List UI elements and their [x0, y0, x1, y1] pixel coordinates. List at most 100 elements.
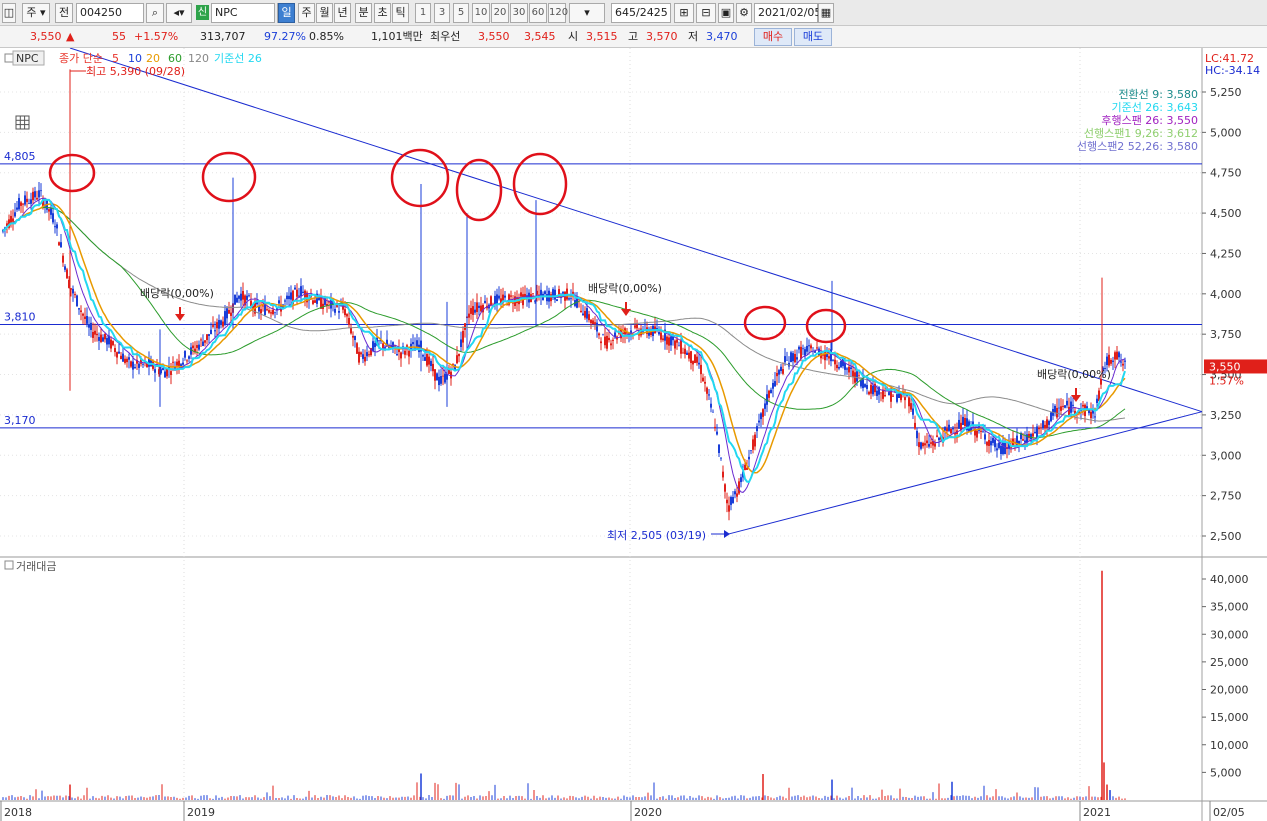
minute-tab-20[interactable]: 20 [491, 3, 509, 23]
volume-tick-label: 25,000 [1210, 656, 1249, 669]
market-label: 주 [26, 6, 37, 19]
best-ask: 3,550 [478, 30, 510, 43]
price-tick-label: 3,250 [1210, 409, 1242, 422]
open-label: 시 [568, 30, 579, 43]
volume-ratio: 97.27% [264, 30, 306, 43]
minute-tab-10[interactable]: 10 [472, 3, 490, 23]
period-tab-4[interactable]: 분 [355, 3, 372, 23]
period-tab-0[interactable]: 일 [278, 3, 295, 23]
minute-tab-3[interactable]: 3 [434, 3, 450, 23]
minute-tab-30[interactable]: 30 [510, 3, 528, 23]
x-axis-label: 2019 [187, 806, 215, 819]
low-annotation: 최저 2,505 (03/19) [607, 529, 706, 542]
volume-tick-label: 10,000 [1210, 739, 1249, 752]
period-tab-5[interactable]: 초 [374, 3, 391, 23]
price-tick-label: 3,750 [1210, 328, 1242, 341]
low-price: 3,470 [706, 30, 738, 43]
ichimoku-legend-item: 전환선 9: 3,580 [1118, 88, 1198, 101]
volume-tick-label: 15,000 [1210, 711, 1249, 724]
hline-label: 4,805 [4, 150, 36, 163]
open-price: 3,515 [586, 30, 618, 43]
dividend-label: 배당락(0,00%) [140, 287, 214, 300]
zoom-in-icon[interactable]: ⊞ [674, 3, 694, 23]
ichimoku-legend-item: 선행스팬2 52,26: 3,580 [1077, 140, 1198, 153]
high-price: 3,570 [646, 30, 678, 43]
price-tick-label: 4,750 [1210, 167, 1242, 180]
best-bid: 3,545 [524, 30, 556, 43]
high-annotation: 최고 5,390 (09/28) [86, 65, 185, 78]
period-tab-3[interactable]: 년 [334, 3, 351, 23]
x-axis-label: 2018 [4, 806, 32, 819]
volume-tick-label: 5,000 [1210, 766, 1242, 779]
hline-label: 3,810 [4, 310, 36, 323]
legend-ma-label: 종가 단순 [59, 52, 103, 65]
period-tab-1[interactable]: 주 [298, 3, 315, 23]
calendar-icon[interactable]: ▦ [818, 3, 834, 23]
best-quote-label: 최우선 [430, 30, 461, 43]
interval-dropdown[interactable]: ▾ [569, 3, 605, 23]
current-price-tag-text: 3,550 [1209, 360, 1241, 373]
minute-tab-120[interactable]: 120 [548, 3, 568, 23]
chart-settings-icon[interactable]: ◫ [2, 3, 16, 23]
legend-kijun: 기준선 26 [214, 52, 262, 65]
zoom-out-icon[interactable]: ⊟ [696, 3, 716, 23]
current-pct-tag: 1.57% [1209, 374, 1244, 387]
buy-button[interactable]: 매수 [754, 28, 792, 46]
price-tick-label: 5,000 [1210, 126, 1242, 139]
date-field[interactable]: 2021/02/05 [754, 3, 821, 23]
period-tab-6[interactable]: 틱 [392, 3, 409, 23]
price-tick-label: 3,000 [1210, 449, 1242, 462]
high-label: 고 [628, 30, 639, 43]
x-axis-label: 2020 [634, 806, 662, 819]
volume-tick-label: 35,000 [1210, 601, 1249, 614]
change-percent: +1.57% [134, 30, 179, 43]
credit-badge: 신 [196, 5, 209, 20]
ichimoku-legend-item: 후행스팬 26: 3,550 [1101, 114, 1198, 127]
stock-name-field[interactable]: NPC [211, 3, 275, 23]
grid-toggle-icon [15, 115, 30, 130]
legend-ma-60: 60 [168, 52, 182, 65]
turnover-rate: 0.85% [309, 30, 344, 43]
current-price: 3,550 [30, 30, 62, 43]
legend-ma-120: 120 [188, 52, 209, 65]
price-tick-label: 4,500 [1210, 207, 1242, 220]
legend-stock-name: NPC [16, 52, 39, 65]
x-axis-label: 02/05 [1213, 806, 1245, 819]
toolbar: ◫ 주 ▾ 전 004250 ⌕ ◂▾ 신 NPC ▾ ▾ 645/2425 ⊞… [0, 0, 1267, 26]
minute-tab-5[interactable]: 5 [453, 3, 469, 23]
sound-icon[interactable]: ◂▾ [166, 3, 192, 23]
price-tick-label: 4,000 [1210, 288, 1242, 301]
stock-code-input[interactable]: 004250 [76, 3, 144, 23]
hc-label: HC:-34.14 [1205, 64, 1260, 77]
save-icon[interactable]: ▣ [718, 3, 734, 23]
trade-volume: 313,707 [200, 30, 246, 43]
ichimoku-legend-item: 선행스팬1 9,26: 3,612 [1084, 127, 1198, 140]
period-tab-2[interactable]: 월 [316, 3, 333, 23]
trade-amount: 1,101백만 [371, 30, 423, 43]
dividend-label: 배당락(0,00%) [1037, 368, 1111, 381]
price-tick-label: 4,250 [1210, 247, 1242, 260]
price-change: 55 [112, 30, 126, 43]
volume-panel-icon [4, 560, 14, 570]
price-tick-label: 5,250 [1210, 86, 1242, 99]
volume-tick-label: 20,000 [1210, 684, 1249, 697]
dividend-label: 배당락(0,00%) [588, 282, 662, 295]
market-select[interactable]: 주 ▾ [22, 3, 50, 23]
chart-area[interactable]: 4,805 3,810 3,170 최고 5,390 (09/28) 최저 2,505… [0, 47, 1267, 821]
jeon-button[interactable]: 전 [55, 3, 73, 23]
hline-label: 3,170 [4, 414, 36, 427]
price-tick-label: 2,500 [1210, 530, 1242, 543]
count-field[interactable]: 645/2425 [611, 3, 671, 23]
quote-bar: 3,550 ▲ 55 +1.57% 313,707 97.27% 0.85% 1… [0, 26, 1267, 48]
search-icon[interactable]: ⌕ [146, 3, 164, 23]
ichimoku-legend-item: 기준선 26: 3,643 [1111, 101, 1198, 114]
sell-button[interactable]: 매도 [794, 28, 832, 46]
price-panel-icon [4, 53, 14, 63]
volume-panel-title: 거래대금 [16, 560, 56, 573]
price-volume-chart[interactable]: 4,805 3,810 3,170 최고 5,390 (09/28) 최저 2,505… [0, 47, 1267, 821]
volume-tick-label: 40,000 [1210, 573, 1249, 586]
price-tick-label: 2,750 [1210, 490, 1242, 503]
gear-icon[interactable]: ⚙ [736, 3, 752, 23]
minute-tab-1[interactable]: 1 [415, 3, 431, 23]
minute-tab-60[interactable]: 60 [529, 3, 547, 23]
